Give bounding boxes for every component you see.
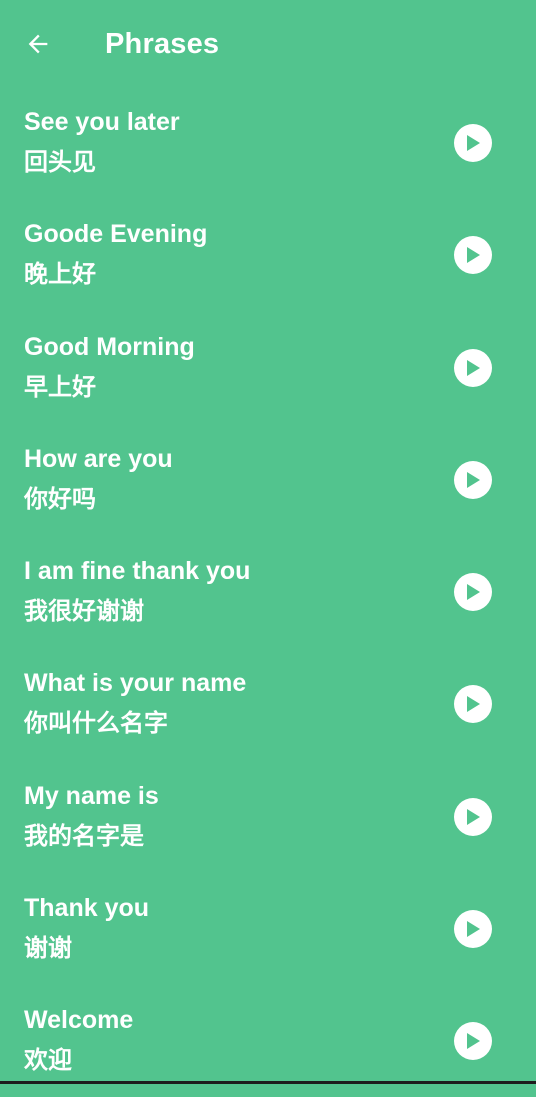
play-button[interactable]: [454, 348, 492, 387]
phrase-chinese: 我的名字是: [24, 821, 144, 850]
play-icon: [467, 135, 480, 151]
arrow-left-icon: [28, 34, 48, 54]
phrase-chinese: 你好吗: [24, 484, 96, 513]
phrase-chinese: 早上好: [24, 372, 96, 401]
phrase-chinese: 谢谢: [24, 934, 72, 963]
page-title: Phrases: [105, 28, 220, 60]
phrase-english: I am fine thank you: [24, 557, 251, 586]
app-bar: Phrases: [0, 0, 536, 88]
play-button[interactable]: [454, 573, 492, 612]
phrase-list: See you later 回头见 Goode Evening 晚上好 Good…: [0, 86, 536, 1097]
play-button[interactable]: [454, 236, 492, 275]
play-button[interactable]: [454, 1022, 492, 1061]
play-button[interactable]: [454, 910, 492, 949]
play-button[interactable]: [454, 797, 492, 836]
phrase-item[interactable]: See you later 回头见: [0, 86, 536, 198]
play-icon: [467, 359, 480, 376]
phrase-item[interactable]: What is your name 你叫什么名字: [0, 647, 536, 759]
phrase-english: How are you: [24, 444, 173, 473]
phrase-english: See you later: [24, 108, 180, 136]
phrase-item[interactable]: I am fine thank you 我很好谢谢: [0, 535, 536, 647]
phrase-english: Goode Evening: [24, 220, 208, 249]
phrase-item[interactable]: Thank you 谢谢: [0, 872, 536, 984]
back-button[interactable]: [18, 24, 58, 64]
phrase-chinese: 我很好谢谢: [24, 597, 144, 626]
play-icon: [467, 921, 480, 938]
play-icon: [467, 808, 480, 825]
play-button[interactable]: [454, 124, 492, 162]
phrase-item[interactable]: My name is 我的名字是: [0, 760, 536, 872]
play-icon: [467, 247, 480, 264]
phrase-item[interactable]: How are you 你好吗: [0, 423, 536, 535]
play-button[interactable]: [454, 460, 492, 499]
phrase-chinese: 晚上好: [24, 260, 96, 289]
phrase-chinese: 回头见: [24, 148, 96, 176]
phrase-item[interactable]: Goode Evening 晚上好: [0, 198, 536, 310]
play-icon: [467, 1033, 480, 1050]
phrase-english: What is your name: [24, 669, 247, 698]
phrase-english: Good Morning: [24, 332, 195, 361]
phrase-item[interactable]: Welcome 欢迎: [0, 984, 536, 1096]
play-icon: [467, 471, 480, 488]
play-icon: [467, 696, 480, 713]
play-icon: [467, 584, 480, 601]
phrase-chinese: 欢迎: [24, 1046, 72, 1075]
phrase-chinese: 你叫什么名字: [24, 709, 168, 738]
play-button[interactable]: [454, 685, 492, 724]
phrase-english: My name is: [24, 781, 159, 810]
phrase-item[interactable]: Good Morning 早上好: [0, 311, 536, 423]
phrase-english: Thank you: [24, 894, 150, 923]
phrase-english: Welcome: [24, 1006, 134, 1035]
